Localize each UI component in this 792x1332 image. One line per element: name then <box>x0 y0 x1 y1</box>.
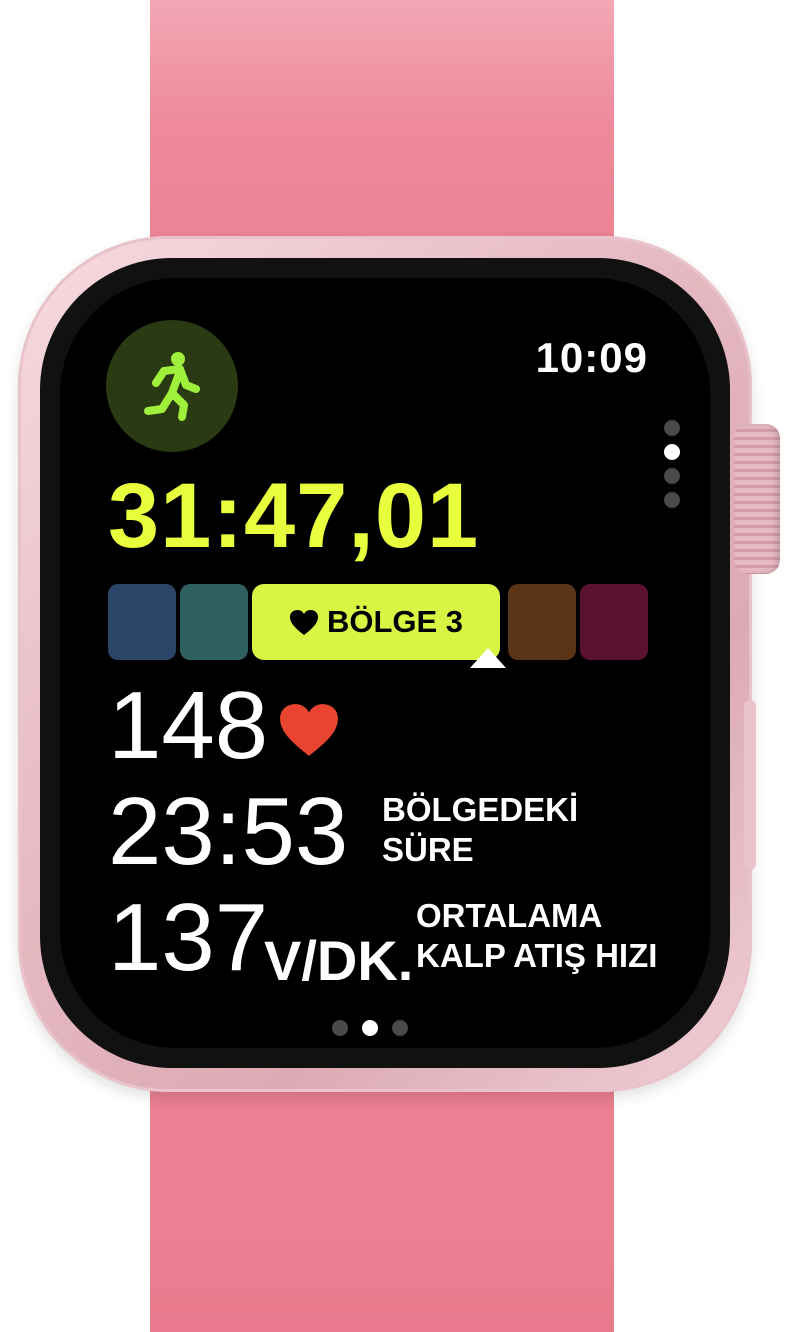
heart-rate-zones: BÖLGE 3 <box>108 584 648 664</box>
average-hr-unit: V/DK. <box>264 929 414 992</box>
page-dot-active <box>362 1020 378 1036</box>
heart-icon <box>280 704 338 756</box>
heart-rate-value: 148 <box>108 672 269 779</box>
average-hr-label: ORTALAMA KALP ATIŞ HIZI <box>416 896 657 975</box>
time-in-zone-label: BÖLGEDEKİ SÜRE <box>382 790 578 869</box>
zone-4-block <box>508 584 576 660</box>
running-figure-icon <box>144 352 200 421</box>
page-dot <box>664 468 680 484</box>
average-hr-label-line1: ORTALAMA <box>416 897 603 934</box>
page-dot <box>332 1020 348 1036</box>
side-button[interactable] <box>744 700 756 870</box>
zone-current-label: BÖLGE 3 <box>326 604 464 639</box>
time-in-zone-label-line2: SÜRE <box>382 830 474 868</box>
average-hr-label-line2: KALP ATIŞ HIZI <box>416 936 658 974</box>
zone-5-block <box>580 584 648 660</box>
time-in-zone-label-line1: BÖLGEDEKİ <box>382 791 579 828</box>
vertical-page-indicator <box>664 420 684 516</box>
average-hr-value: 137 <box>108 884 269 991</box>
zone-1-block <box>108 584 176 660</box>
workout-activity-button[interactable] <box>106 320 238 452</box>
zone-current-badge: BÖLGE 3 <box>252 584 500 660</box>
watch-screen: 10:09 31:47,01 BÖLGE 3 148 23:53 BÖLGEDE… <box>60 278 710 1048</box>
heart-icon <box>289 609 318 635</box>
zone-2-block <box>180 584 248 660</box>
status-time: 10:09 <box>535 334 648 381</box>
digital-crown[interactable] <box>734 424 780 574</box>
zone-pointer-icon <box>470 648 506 668</box>
elapsed-time: 31:47,01 <box>108 465 480 567</box>
page-dot <box>664 420 680 436</box>
time-in-zone-value: 23:53 <box>108 778 349 885</box>
horizontal-page-indicator <box>332 1020 408 1036</box>
page-dot-active <box>664 444 680 460</box>
page-dot <box>664 492 680 508</box>
page-dot <box>392 1020 408 1036</box>
